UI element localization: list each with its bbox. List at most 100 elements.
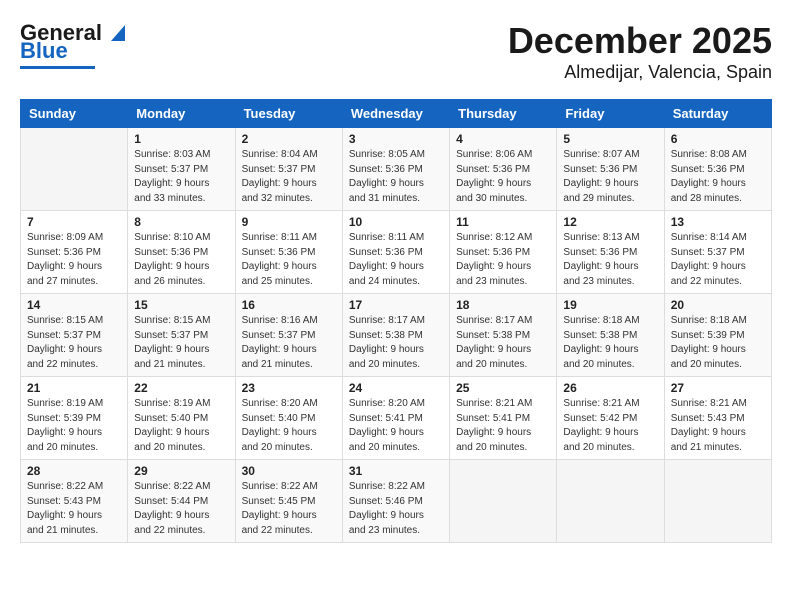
daylight-label: Daylight: 9 hours and 20 minutes. [563, 344, 638, 370]
table-row [557, 460, 664, 543]
day-info: Sunrise: 8:17 AM Sunset: 5:38 PM Dayligh… [456, 314, 550, 372]
table-row: 8 Sunrise: 8:10 AM Sunset: 5:36 PM Dayli… [128, 211, 235, 294]
day-info: Sunrise: 8:10 AM Sunset: 5:36 PM Dayligh… [134, 231, 228, 289]
daylight-label: Daylight: 9 hours and 22 minutes. [134, 510, 209, 536]
daylight-label: Daylight: 9 hours and 27 minutes. [27, 261, 102, 287]
sunrise-label: Sunrise: 8:10 AM [134, 232, 210, 243]
day-info: Sunrise: 8:18 AM Sunset: 5:38 PM Dayligh… [563, 314, 657, 372]
table-row: 18 Sunrise: 8:17 AM Sunset: 5:38 PM Dayl… [450, 294, 557, 377]
daylight-label: Daylight: 9 hours and 20 minutes. [563, 427, 638, 453]
sunrise-label: Sunrise: 8:14 AM [671, 232, 747, 243]
day-number: 8 [134, 215, 228, 229]
calendar-week-3: 14 Sunrise: 8:15 AM Sunset: 5:37 PM Dayl… [21, 294, 772, 377]
day-info: Sunrise: 8:21 AM Sunset: 5:43 PM Dayligh… [671, 397, 765, 455]
table-row: 30 Sunrise: 8:22 AM Sunset: 5:45 PM Dayl… [235, 460, 342, 543]
header-thursday: Thursday [450, 100, 557, 128]
day-number: 22 [134, 381, 228, 395]
day-info: Sunrise: 8:11 AM Sunset: 5:36 PM Dayligh… [242, 231, 336, 289]
sunrise-label: Sunrise: 8:22 AM [349, 481, 425, 492]
day-number: 26 [563, 381, 657, 395]
logo-icon [103, 17, 131, 45]
sunset-label: Sunset: 5:46 PM [349, 496, 423, 507]
sunset-label: Sunset: 5:36 PM [349, 247, 423, 258]
sunrise-label: Sunrise: 8:08 AM [671, 149, 747, 160]
day-number: 5 [563, 132, 657, 146]
day-info: Sunrise: 8:18 AM Sunset: 5:39 PM Dayligh… [671, 314, 765, 372]
table-row: 25 Sunrise: 8:21 AM Sunset: 5:41 PM Dayl… [450, 377, 557, 460]
sunrise-label: Sunrise: 8:03 AM [134, 149, 210, 160]
calendar-location: Almedijar, Valencia, Spain [508, 62, 772, 83]
sunrise-label: Sunrise: 8:15 AM [27, 315, 103, 326]
sunset-label: Sunset: 5:37 PM [242, 164, 316, 175]
day-info: Sunrise: 8:22 AM Sunset: 5:46 PM Dayligh… [349, 480, 443, 538]
day-info: Sunrise: 8:03 AM Sunset: 5:37 PM Dayligh… [134, 148, 228, 206]
header-sunday: Sunday [21, 100, 128, 128]
sunset-label: Sunset: 5:45 PM [242, 496, 316, 507]
day-number: 11 [456, 215, 550, 229]
sunrise-label: Sunrise: 8:22 AM [134, 481, 210, 492]
day-number: 2 [242, 132, 336, 146]
table-row: 11 Sunrise: 8:12 AM Sunset: 5:36 PM Dayl… [450, 211, 557, 294]
sunset-label: Sunset: 5:38 PM [349, 330, 423, 341]
sunset-label: Sunset: 5:38 PM [563, 330, 637, 341]
sunset-label: Sunset: 5:36 PM [563, 164, 637, 175]
sunrise-label: Sunrise: 8:20 AM [242, 398, 318, 409]
sunset-label: Sunset: 5:44 PM [134, 496, 208, 507]
day-info: Sunrise: 8:09 AM Sunset: 5:36 PM Dayligh… [27, 231, 121, 289]
day-info: Sunrise: 8:06 AM Sunset: 5:36 PM Dayligh… [456, 148, 550, 206]
day-info: Sunrise: 8:07 AM Sunset: 5:36 PM Dayligh… [563, 148, 657, 206]
sunset-label: Sunset: 5:36 PM [671, 164, 745, 175]
day-number: 9 [242, 215, 336, 229]
day-info: Sunrise: 8:04 AM Sunset: 5:37 PM Dayligh… [242, 148, 336, 206]
calendar-week-5: 28 Sunrise: 8:22 AM Sunset: 5:43 PM Dayl… [21, 460, 772, 543]
table-row: 14 Sunrise: 8:15 AM Sunset: 5:37 PM Dayl… [21, 294, 128, 377]
sunset-label: Sunset: 5:37 PM [27, 330, 101, 341]
sunrise-label: Sunrise: 8:19 AM [27, 398, 103, 409]
table-row: 19 Sunrise: 8:18 AM Sunset: 5:38 PM Dayl… [557, 294, 664, 377]
sunrise-label: Sunrise: 8:18 AM [563, 315, 639, 326]
sunset-label: Sunset: 5:36 PM [456, 247, 530, 258]
day-number: 29 [134, 464, 228, 478]
daylight-label: Daylight: 9 hours and 20 minutes. [349, 344, 424, 370]
day-number: 17 [349, 298, 443, 312]
table-row: 1 Sunrise: 8:03 AM Sunset: 5:37 PM Dayli… [128, 128, 235, 211]
table-row: 16 Sunrise: 8:16 AM Sunset: 5:37 PM Dayl… [235, 294, 342, 377]
daylight-label: Daylight: 9 hours and 30 minutes. [456, 178, 531, 204]
sunrise-label: Sunrise: 8:18 AM [671, 315, 747, 326]
day-info: Sunrise: 8:21 AM Sunset: 5:42 PM Dayligh… [563, 397, 657, 455]
day-number: 6 [671, 132, 765, 146]
table-row [450, 460, 557, 543]
header-monday: Monday [128, 100, 235, 128]
table-row: 4 Sunrise: 8:06 AM Sunset: 5:36 PM Dayli… [450, 128, 557, 211]
sunrise-label: Sunrise: 8:21 AM [563, 398, 639, 409]
day-info: Sunrise: 8:11 AM Sunset: 5:36 PM Dayligh… [349, 231, 443, 289]
day-number: 1 [134, 132, 228, 146]
table-row: 12 Sunrise: 8:13 AM Sunset: 5:36 PM Dayl… [557, 211, 664, 294]
day-info: Sunrise: 8:20 AM Sunset: 5:40 PM Dayligh… [242, 397, 336, 455]
daylight-label: Daylight: 9 hours and 21 minutes. [242, 344, 317, 370]
daylight-label: Daylight: 9 hours and 22 minutes. [671, 261, 746, 287]
sunrise-label: Sunrise: 8:22 AM [242, 481, 318, 492]
day-info: Sunrise: 8:17 AM Sunset: 5:38 PM Dayligh… [349, 314, 443, 372]
daylight-label: Daylight: 9 hours and 28 minutes. [671, 178, 746, 204]
daylight-label: Daylight: 9 hours and 22 minutes. [242, 510, 317, 536]
daylight-label: Daylight: 9 hours and 20 minutes. [456, 344, 531, 370]
sunset-label: Sunset: 5:41 PM [349, 413, 423, 424]
day-number: 19 [563, 298, 657, 312]
sunrise-label: Sunrise: 8:15 AM [134, 315, 210, 326]
sunset-label: Sunset: 5:36 PM [134, 247, 208, 258]
day-info: Sunrise: 8:08 AM Sunset: 5:36 PM Dayligh… [671, 148, 765, 206]
sunset-label: Sunset: 5:36 PM [563, 247, 637, 258]
page-header: General Blue December 2025 Almedijar, Va… [20, 20, 772, 83]
sunset-label: Sunset: 5:42 PM [563, 413, 637, 424]
table-row: 29 Sunrise: 8:22 AM Sunset: 5:44 PM Dayl… [128, 460, 235, 543]
table-row: 20 Sunrise: 8:18 AM Sunset: 5:39 PM Dayl… [664, 294, 771, 377]
daylight-label: Daylight: 9 hours and 23 minutes. [456, 261, 531, 287]
day-info: Sunrise: 8:15 AM Sunset: 5:37 PM Dayligh… [27, 314, 121, 372]
table-row: 24 Sunrise: 8:20 AM Sunset: 5:41 PM Dayl… [342, 377, 449, 460]
day-info: Sunrise: 8:15 AM Sunset: 5:37 PM Dayligh… [134, 314, 228, 372]
table-row: 13 Sunrise: 8:14 AM Sunset: 5:37 PM Dayl… [664, 211, 771, 294]
day-number: 30 [242, 464, 336, 478]
table-row: 15 Sunrise: 8:15 AM Sunset: 5:37 PM Dayl… [128, 294, 235, 377]
day-info: Sunrise: 8:12 AM Sunset: 5:36 PM Dayligh… [456, 231, 550, 289]
